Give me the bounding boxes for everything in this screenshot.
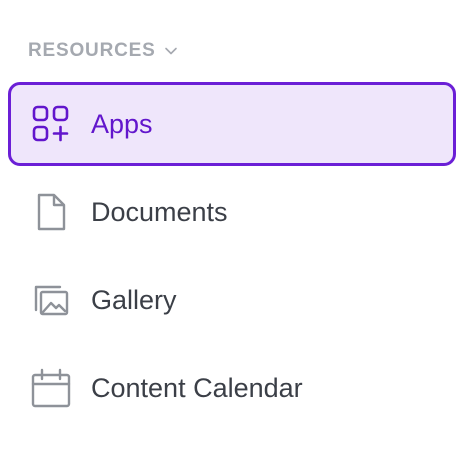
nav-list: Apps Documents Gallery Content Calendar [8, 82, 456, 434]
nav-item-gallery[interactable]: Gallery [8, 258, 456, 342]
nav-item-label: Gallery [91, 284, 177, 315]
nav-item-label: Documents [91, 196, 228, 227]
document-icon [37, 193, 66, 231]
calendar-icon [31, 368, 71, 408]
nav-item-apps[interactable]: Apps [8, 82, 456, 166]
nav-item-label: Content Calendar [91, 372, 303, 403]
sidebar-panel: RESOURCES Apps Documents Gallery Content… [0, 0, 476, 454]
nav-item-label: Apps [91, 108, 153, 139]
nav-item-documents[interactable]: Documents [8, 170, 456, 254]
resources-section-header[interactable]: RESOURCES [28, 38, 179, 64]
gallery-images-icon [34, 285, 69, 316]
section-title: RESOURCES [28, 40, 156, 61]
apps-grid-plus-icon [32, 105, 69, 142]
nav-item-content-calendar[interactable]: Content Calendar [8, 346, 456, 430]
chevron-down-icon [164, 47, 177, 55]
